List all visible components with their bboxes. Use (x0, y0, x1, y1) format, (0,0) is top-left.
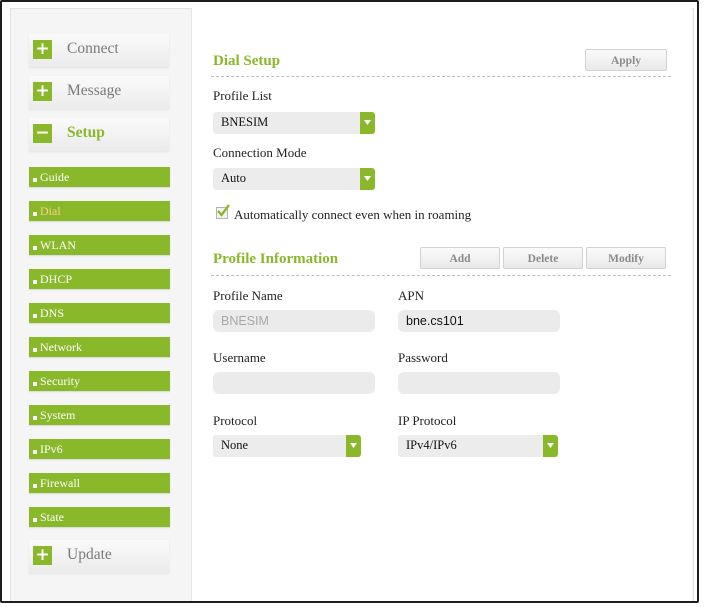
sidebar-item-label: Guide (40, 170, 70, 184)
sidebar-item-state[interactable]: State (29, 507, 170, 527)
profile-name-label: Profile Name (213, 288, 283, 303)
bullet-icon (33, 280, 37, 284)
sidebar-item-label: WLAN (40, 238, 76, 252)
bullet-icon (33, 450, 37, 454)
connection-mode-select[interactable]: Auto (213, 168, 375, 190)
sidebar-section-label: Connect (67, 40, 119, 57)
sidebar-item-label: State (40, 510, 64, 524)
select-value: BNESIM (221, 115, 269, 129)
modify-button[interactable]: Modify (586, 247, 666, 269)
bullet-icon (33, 382, 37, 386)
sidebar-item-label: Dial (40, 204, 61, 218)
minus-icon: − (33, 124, 52, 143)
bullet-icon (33, 246, 37, 250)
sidebar-item-guide[interactable]: Guide (29, 167, 170, 187)
ip-protocol-label: IP Protocol (398, 413, 457, 428)
sidebar-item-ipv6[interactable]: IPv6 (29, 439, 170, 459)
checkmark-icon (217, 204, 230, 217)
bullet-icon (33, 484, 37, 488)
apn-label: APN (398, 288, 425, 303)
dial-setup-title: Dial Setup (213, 53, 281, 69)
auto-connect-label: Automatically connect even when in roami… (234, 207, 472, 222)
sidebar-item-dns[interactable]: DNS (29, 303, 170, 323)
plus-icon: + (33, 546, 52, 565)
sidebar-section-update[interactable]: + Update (29, 540, 169, 573)
ip-protocol-select[interactable]: IPv4/IPv6 (398, 435, 558, 457)
sidebar-item-wlan[interactable]: WLAN (29, 235, 170, 255)
sidebar-item-label: Security (40, 374, 80, 388)
bullet-icon (33, 178, 37, 182)
apply-button[interactable]: Apply (585, 49, 667, 71)
password-label: Password (398, 350, 448, 365)
profile-name-input[interactable] (213, 310, 375, 332)
sidebar-item-label: DHCP (40, 272, 73, 286)
sidebar-item-dial[interactable]: Dial (29, 201, 170, 221)
sidebar-item-firewall[interactable]: Firewall (29, 473, 170, 493)
sidebar-section-label: Setup (67, 124, 105, 141)
protocol-select[interactable]: None (213, 435, 361, 457)
sidebar-item-label: Firewall (40, 476, 80, 490)
bullet-icon (33, 212, 37, 216)
add-button[interactable]: Add (420, 247, 500, 269)
sidebar-section-label: Update (67, 546, 112, 563)
profile-information-title: Profile Information (213, 251, 339, 267)
sidebar-item-label: IPv6 (40, 442, 63, 456)
apn-input[interactable] (398, 310, 560, 332)
sidebar-item-network[interactable]: Network (29, 337, 170, 357)
sidebar-item-label: DNS (40, 306, 65, 320)
chevron-down-icon (360, 112, 375, 134)
select-value: Auto (221, 171, 246, 185)
profile-list-select[interactable]: BNESIM (213, 112, 375, 134)
auto-connect-checkbox[interactable] (216, 204, 230, 219)
bullet-icon (33, 314, 37, 318)
plus-icon: + (33, 40, 52, 59)
sidebar-item-system[interactable]: System (29, 405, 170, 425)
chevron-down-icon (543, 435, 558, 457)
divider (211, 275, 671, 276)
sidebar-item-label: System (40, 408, 76, 422)
sidebar-section-label: Message (67, 82, 122, 99)
select-value: IPv4/IPv6 (406, 438, 457, 452)
sidebar-item-dhcp[interactable]: DHCP (29, 269, 170, 289)
protocol-label: Protocol (213, 413, 258, 428)
sidebar-item-security[interactable]: Security (29, 371, 170, 391)
profile-list-label: Profile List (213, 88, 272, 103)
main-panel: Dial Setup Apply Profile List BNESIM Con… (191, 8, 692, 601)
connection-mode-label: Connection Mode (213, 145, 307, 160)
app-frame: + Connect + Message − Setup Guide Dial W… (0, 0, 699, 603)
chevron-down-icon (360, 168, 375, 190)
sidebar-section-message[interactable]: + Message (29, 76, 169, 109)
plus-icon: + (33, 82, 52, 101)
bullet-icon (33, 348, 37, 352)
bullet-icon (33, 416, 37, 420)
username-input[interactable] (213, 372, 375, 394)
sidebar-item-label: Network (40, 340, 82, 354)
sidebar-section-connect[interactable]: + Connect (29, 34, 169, 67)
divider (211, 76, 671, 77)
username-label: Username (213, 350, 266, 365)
delete-button[interactable]: Delete (503, 247, 583, 269)
password-input[interactable] (398, 372, 560, 394)
bullet-icon (33, 518, 37, 522)
select-value: None (221, 438, 249, 452)
chevron-down-icon (346, 435, 361, 457)
sidebar-section-setup[interactable]: − Setup (29, 118, 169, 151)
